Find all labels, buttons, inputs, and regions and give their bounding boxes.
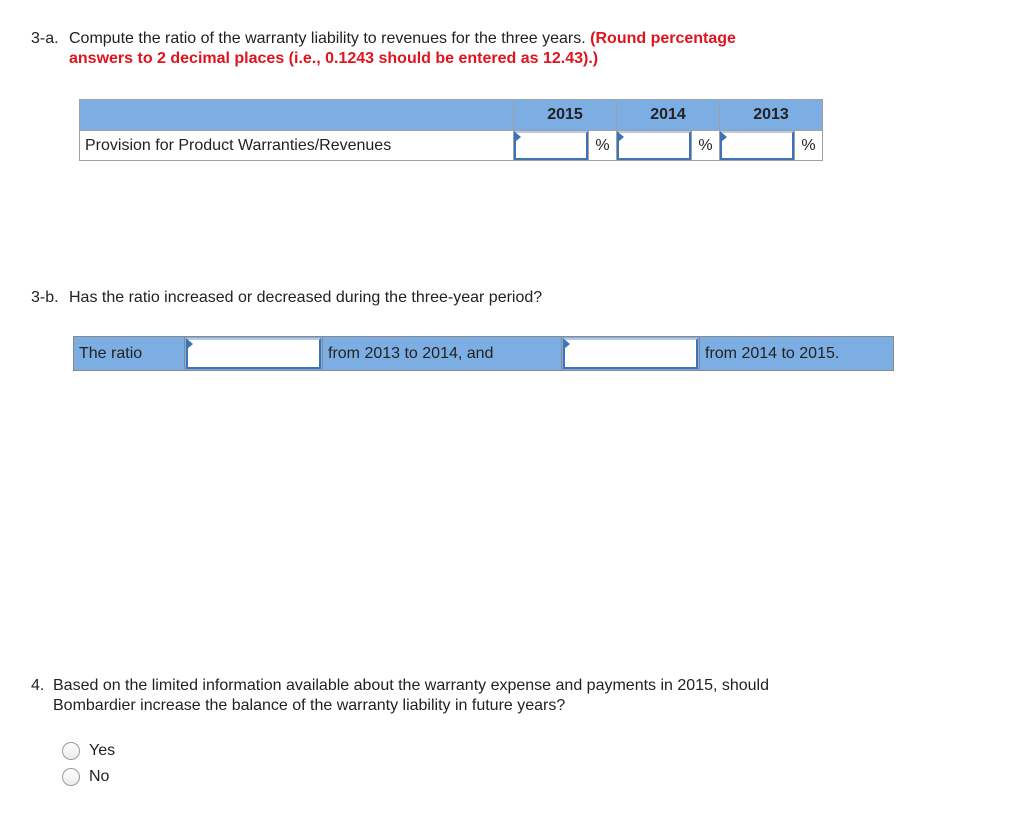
question-3a-text: Compute the ratio of the warranty liabil…: [69, 30, 586, 47]
radio-no[interactable]: [62, 768, 80, 786]
header-year-2014: 2014: [616, 99, 720, 131]
trend-2014-2015-cell: [561, 336, 700, 371]
ratio-trend-table: The ratio from 2013 to 2014, and from 20…: [73, 336, 894, 371]
ratio-table: 2015 2014 2013 Provision for Product War…: [79, 99, 823, 161]
question-3b-text: Has the ratio increased or decreased dur…: [69, 289, 543, 306]
option-no[interactable]: No: [62, 768, 109, 786]
sentence-part-3: from 2014 to 2015.: [699, 336, 894, 371]
percent-unit: %: [794, 130, 823, 161]
ratio-2013-cell: [719, 130, 795, 161]
header-blank-cell: [79, 99, 514, 131]
trend-2013-2014-select[interactable]: [186, 338, 321, 369]
ratio-2015-cell: [513, 130, 589, 161]
ratio-2014-cell: [616, 130, 692, 161]
radio-yes[interactable]: [62, 742, 80, 760]
header-year-2015: 2015: [513, 99, 617, 131]
sentence-part-1: The ratio: [73, 336, 185, 371]
option-yes[interactable]: Yes: [62, 742, 115, 760]
ratio-table-header: 2015 2014 2013: [79, 99, 823, 131]
header-year-2013: 2013: [719, 99, 823, 131]
table-row: Provision for Product Warranties/Revenue…: [79, 130, 823, 161]
row-label: Provision for Product Warranties/Revenue…: [79, 130, 514, 161]
percent-unit: %: [691, 130, 720, 161]
option-no-label: No: [89, 768, 110, 785]
question-4-number: 4.: [31, 677, 45, 694]
option-yes-label: Yes: [89, 742, 116, 759]
ratio-2014-input[interactable]: [617, 131, 691, 160]
question-4-text-1: Based on the limited information availab…: [53, 677, 770, 694]
question-4-text-2: Bombardier increase the balance of the w…: [53, 697, 566, 714]
trend-2014-2015-select[interactable]: [563, 338, 698, 369]
table-row: The ratio from 2013 to 2014, and from 20…: [73, 336, 894, 371]
question-3a-instruction-1: (Round percentage: [590, 30, 736, 47]
question-3a-instruction-2: answers to 2 decimal places (i.e., 0.124…: [69, 50, 599, 67]
question-3a-line1: Compute the ratio of the warranty liabil…: [69, 29, 736, 49]
ratio-2015-input[interactable]: [514, 131, 588, 160]
question-3a-number: 3-a.: [31, 30, 59, 47]
percent-unit: %: [588, 130, 617, 161]
ratio-2013-input[interactable]: [720, 131, 794, 160]
trend-2013-2014-cell: [184, 336, 323, 371]
question-3b-number: 3-b.: [31, 289, 59, 306]
sentence-part-2: from 2013 to 2014, and: [322, 336, 562, 371]
